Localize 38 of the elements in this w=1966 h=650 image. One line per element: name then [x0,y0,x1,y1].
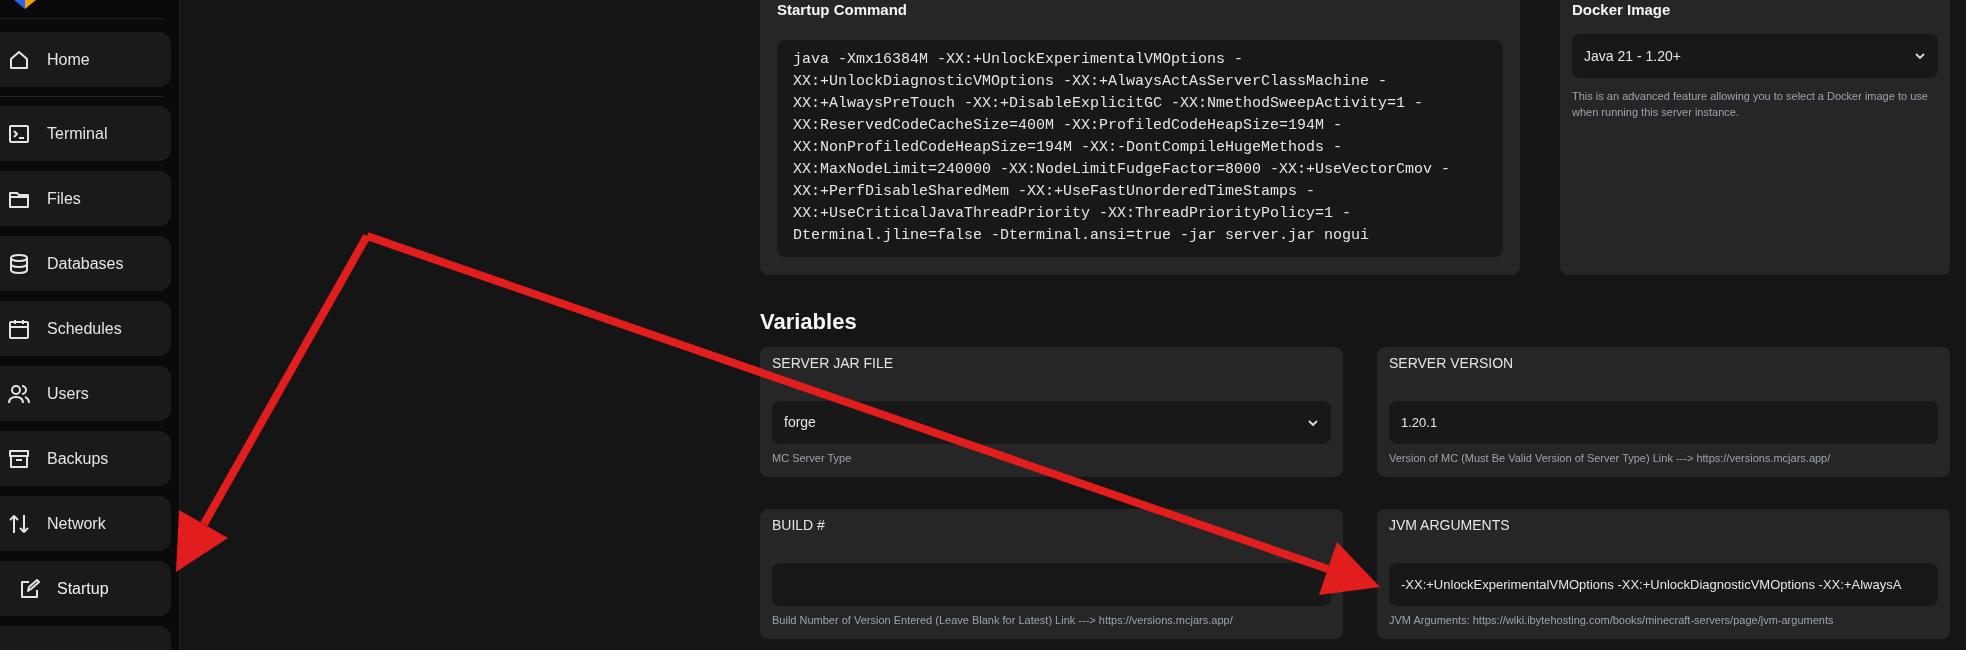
variable-name: SERVER JAR FILE [772,355,894,371]
sidebar-item[interactable]: Backups [0,431,171,486]
variable-name: BUILD # [772,517,825,533]
input-field[interactable]: -XX:+UnlockExperimentalVMOptions -XX:+UnlockDiagnosticVMOptions -XX:+AlwaysA [1389,563,1938,606]
docker-image-description: This is an advanced feature allowing you to select a Docker image to use when running this server instance. [1572,89,1929,120]
chevron-down-icon [1914,52,1926,60]
input-field[interactable] [772,563,1331,606]
section-heading: Variables [760,309,857,335]
logo-icon [14,0,36,9]
sidebar-item[interactable]: Users [0,366,171,421]
sidebar-item[interactable]: Schedules [0,301,171,356]
arrows-up-down-icon [8,512,30,535]
chevron-down-icon [1307,418,1319,427]
database-icon [8,252,30,275]
sidebar-item[interactable]: Startup [0,561,171,616]
docker-image-select[interactable]: Java 21 - 1.20+ [1572,34,1938,78]
input-field[interactable]: 1.20.1 [1389,401,1938,444]
variable-name: JVM ARGUMENTS [1389,517,1510,533]
sidebar-item[interactable]: Files [0,171,171,226]
archive-icon [8,447,30,470]
variable-name: SERVER VERSION [1389,355,1514,371]
variable-description: MC Server Type [772,451,852,465]
users-icon [8,382,30,405]
terminal-icon [8,122,30,145]
calendar-icon [8,317,30,340]
sidebar-item[interactable]: Network [0,496,171,551]
variable-description: Version of MC (Must Be Valid Version of Server Type) Link ---> https://versions.mcjars.app/ [1389,451,1831,465]
sidebar-item[interactable]: Databases [0,236,171,291]
sidebar-item[interactable]: Terminal [0,106,171,161]
variable-description: JVM Arguments: https://wiki.ibytehosting.com/books/minecraft-servers/page/jvm-arguments [1389,613,1834,627]
sidebar-item[interactable]: Home [0,32,171,87]
card-title: Docker Image [1572,1,1672,19]
variable-description: Build Number of Version Entered (Leave Blank for Latest) Link ---> https://versions.mcjars.app/ [772,613,1233,627]
edit-icon [18,577,40,600]
select-field[interactable]: forge [772,401,1331,444]
card-title: Startup Command [777,1,908,19]
startup-command-text: java -Xmx16384M -XX:+UnlockExperimentalVMOptions -XX:+UnlockDiagnosticVMOptions -XX:+AlwaysActAsServerClassMachine -XX:+AlwaysPreTouch -XX:+DisableExplicitGC -XX:NmethodSweepActivity=1 -XX:ReservedCodeCacheSize=400M -XX:ProfiledCodeHeapSize=194M -XX:NonProfiledCodeHeapSize=194M -XX:-DontCompileHugeMethods -XX:MaxNodeLimit=240000 -XX:NodeLimitFudgeFactor=8000 -XX:+UseVectorCmov -XX:+PerfDisableSharedMem -XX:+UseFastUnorderedTimeStamps -XX:+UseCriticalJavaThreadPriority -XX:ThreadPriorityPolicy=1 -Dterminal.jline=false -Dterminal.ansi=true -jar server.jar nogui [777,40,1503,257]
home-icon [8,48,30,71]
